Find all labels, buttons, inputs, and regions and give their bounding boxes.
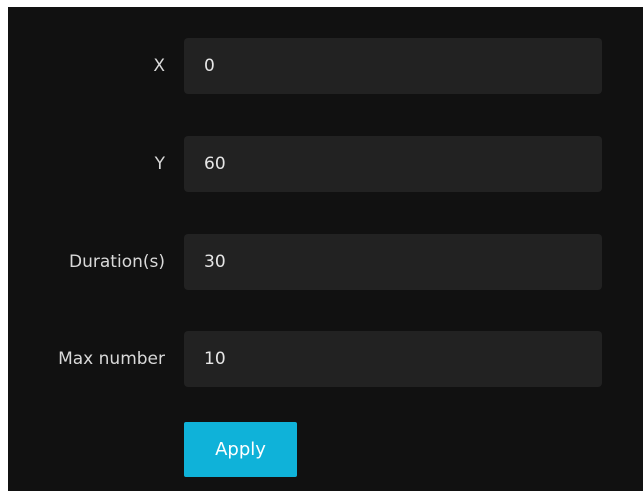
- max-number-input[interactable]: [184, 331, 602, 387]
- field-row-max-number: Max number: [8, 331, 643, 387]
- field-row-x: X: [8, 38, 643, 94]
- x-label: X: [153, 56, 165, 76]
- settings-panel: X Y Duration(s) Max number Apply: [8, 7, 643, 491]
- field-row-duration: Duration(s): [8, 234, 643, 290]
- field-row-y: Y: [8, 136, 643, 192]
- x-input[interactable]: [184, 38, 602, 94]
- y-label: Y: [154, 154, 165, 174]
- duration-label: Duration(s): [69, 252, 165, 272]
- y-input[interactable]: [184, 136, 602, 192]
- apply-button[interactable]: Apply: [184, 422, 297, 477]
- duration-input[interactable]: [184, 234, 602, 290]
- max-number-label: Max number: [58, 349, 165, 369]
